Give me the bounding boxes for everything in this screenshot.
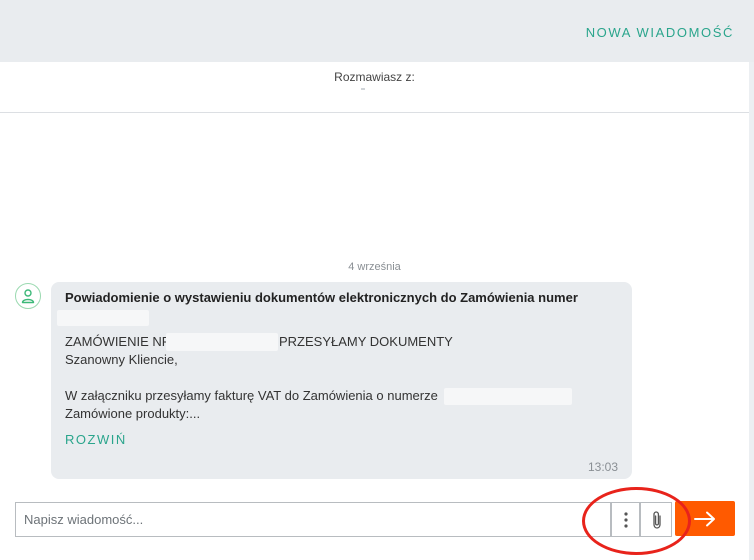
message-line-products: Zamówione produkty:... <box>65 406 201 421</box>
message-line-greeting: Szanowny Kliencie, <box>65 352 178 367</box>
avatar <box>15 283 41 309</box>
conversation-partner-name <box>361 88 365 90</box>
redacted-order-id <box>166 333 278 351</box>
more-options-button[interactable] <box>611 502 640 537</box>
redacted-invoice-order-number <box>444 388 572 405</box>
conversation-with-label: Rozmawiasz z: <box>334 70 415 84</box>
messages-page: NOWA WIADOMOŚĆ Rozmawiasz z: 4 września … <box>0 0 754 560</box>
send-button[interactable] <box>675 501 735 536</box>
top-bar: NOWA WIADOMOŚĆ <box>0 0 754 62</box>
arrow-right-icon <box>694 511 715 527</box>
message-line-attachment: W załączniku przesyłamy fakturę VAT do Z… <box>65 388 438 403</box>
scrollbar-track[interactable] <box>749 62 754 560</box>
message-input[interactable] <box>16 503 576 536</box>
redacted-order-number <box>57 310 149 326</box>
message-line-order-suffix: PRZESYŁAMY DOKUMENTY <box>279 334 453 349</box>
user-icon <box>21 289 35 304</box>
message-timestamp: 13:03 <box>587 460 618 474</box>
message-line-order-prefix: ZAMÓWIENIE NR <box>65 334 172 349</box>
message-bubble: Powiadomienie o wystawieniu dokumentów e… <box>51 282 632 479</box>
expand-message-button[interactable]: ROZWIŃ <box>65 432 127 447</box>
message-title: Powiadomienie o wystawieniu dokumentów e… <box>65 290 578 305</box>
vertical-dots-icon <box>624 512 628 528</box>
conversation-header: Rozmawiasz z: <box>0 62 749 113</box>
attach-file-button[interactable] <box>640 502 672 537</box>
new-message-link[interactable]: NOWA WIADOMOŚĆ <box>586 25 734 40</box>
paperclip-icon <box>653 511 661 529</box>
message-composer <box>15 502 611 537</box>
date-separator: 4 września <box>348 261 401 273</box>
